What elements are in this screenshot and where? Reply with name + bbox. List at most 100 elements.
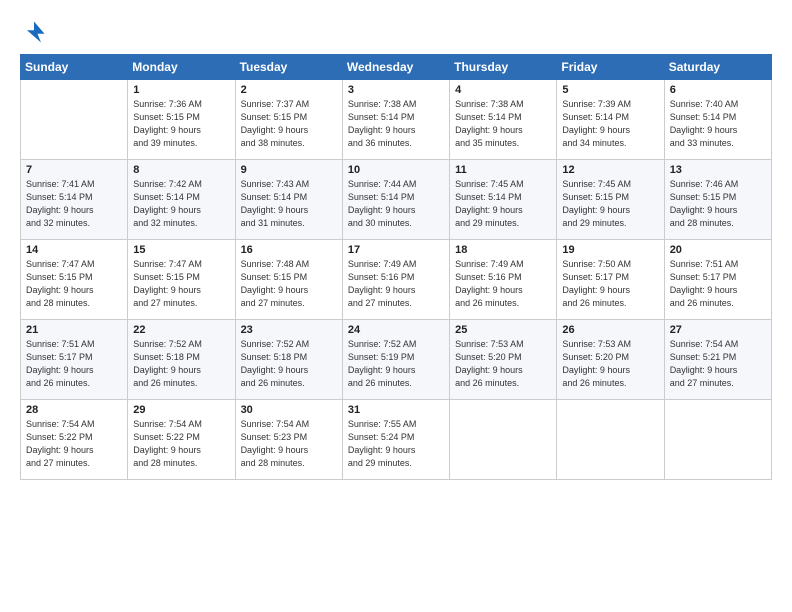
day-info: Sunrise: 7:53 AM Sunset: 5:20 PM Dayligh…	[562, 338, 658, 390]
day-number: 5	[562, 84, 658, 96]
day-number: 6	[670, 84, 766, 96]
day-info: Sunrise: 7:48 AM Sunset: 5:15 PM Dayligh…	[241, 258, 337, 310]
page-header	[20, 18, 772, 46]
calendar-cell: 27 Sunrise: 7:54 AM Sunset: 5:21 PM Dayli…	[664, 320, 771, 400]
calendar-cell: 31Sunrise: 7:55 AM Sunset: 5:24 PM Dayli…	[342, 400, 449, 480]
day-number: 10	[348, 164, 444, 176]
calendar-cell: 19 Sunrise: 7:50 AM Sunset: 5:17 PM Dayli…	[557, 240, 664, 320]
day-number: 8	[133, 164, 229, 176]
calendar-cell	[21, 80, 128, 160]
calendar-cell: 13 Sunrise: 7:46 AM Sunset: 5:15 PM Dayli…	[664, 160, 771, 240]
calendar-week-row: 7 Sunrise: 7:41 AM Sunset: 5:14 PM Daylig…	[21, 160, 772, 240]
calendar-cell: 22 Sunrise: 7:52 AM Sunset: 5:18 PM Dayli…	[128, 320, 235, 400]
calendar-header-row: SundayMondayTuesdayWednesdayThursdayFrid…	[21, 55, 772, 80]
calendar-cell	[557, 400, 664, 480]
calendar-cell: 23 Sunrise: 7:52 AM Sunset: 5:18 PM Dayli…	[235, 320, 342, 400]
weekday-header: Saturday	[664, 55, 771, 80]
day-info: Sunrise: 7:52 AM Sunset: 5:18 PM Dayligh…	[241, 338, 337, 390]
day-number: 19	[562, 244, 658, 256]
day-number: 23	[241, 324, 337, 336]
calendar-week-row: 21 Sunrise: 7:51 AM Sunset: 5:17 PM Dayli…	[21, 320, 772, 400]
calendar-cell: 3Sunrise: 7:38 AM Sunset: 5:14 PM Daylig…	[342, 80, 449, 160]
calendar-cell: 12 Sunrise: 7:45 AM Sunset: 5:15 PM Dayli…	[557, 160, 664, 240]
day-info: Sunrise: 7:39 AM Sunset: 5:14 PM Dayligh…	[562, 98, 658, 150]
day-number: 7	[26, 164, 122, 176]
day-info: Sunrise: 7:42 AM Sunset: 5:14 PM Dayligh…	[133, 178, 229, 230]
day-info: Sunrise: 7:53 AM Sunset: 5:20 PM Dayligh…	[455, 338, 551, 390]
day-number: 24	[348, 324, 444, 336]
calendar-cell: 9 Sunrise: 7:43 AM Sunset: 5:14 PM Daylig…	[235, 160, 342, 240]
day-number: 1	[133, 84, 229, 96]
day-info: Sunrise: 7:45 AM Sunset: 5:14 PM Dayligh…	[455, 178, 551, 230]
day-info: Sunrise: 7:40 AM Sunset: 5:14 PM Dayligh…	[670, 98, 766, 150]
day-number: 12	[562, 164, 658, 176]
day-number: 11	[455, 164, 551, 176]
calendar-cell: 2Sunrise: 7:37 AM Sunset: 5:15 PM Daylig…	[235, 80, 342, 160]
day-info: Sunrise: 7:54 AM Sunset: 5:22 PM Dayligh…	[26, 418, 122, 470]
day-info: Sunrise: 7:50 AM Sunset: 5:17 PM Dayligh…	[562, 258, 658, 310]
day-info: Sunrise: 7:41 AM Sunset: 5:14 PM Dayligh…	[26, 178, 122, 230]
day-info: Sunrise: 7:46 AM Sunset: 5:15 PM Dayligh…	[670, 178, 766, 230]
day-info: Sunrise: 7:47 AM Sunset: 5:15 PM Dayligh…	[26, 258, 122, 310]
day-number: 26	[562, 324, 658, 336]
calendar-cell: 26 Sunrise: 7:53 AM Sunset: 5:20 PM Dayli…	[557, 320, 664, 400]
logo-icon	[20, 18, 48, 46]
calendar-cell: 4 Sunrise: 7:38 AM Sunset: 5:14 PM Daylig…	[450, 80, 557, 160]
weekday-header: Sunday	[21, 55, 128, 80]
calendar-cell: 6 Sunrise: 7:40 AM Sunset: 5:14 PM Daylig…	[664, 80, 771, 160]
day-number: 17	[348, 244, 444, 256]
calendar-cell: 11 Sunrise: 7:45 AM Sunset: 5:14 PM Dayli…	[450, 160, 557, 240]
day-info: Sunrise: 7:43 AM Sunset: 5:14 PM Dayligh…	[241, 178, 337, 230]
calendar-cell: 18 Sunrise: 7:49 AM Sunset: 5:16 PM Dayli…	[450, 240, 557, 320]
day-number: 28	[26, 404, 122, 416]
day-info: Sunrise: 7:51 AM Sunset: 5:17 PM Dayligh…	[26, 338, 122, 390]
weekday-header: Tuesday	[235, 55, 342, 80]
calendar-cell: 1 Sunrise: 7:36 AM Sunset: 5:15 PM Daylig…	[128, 80, 235, 160]
weekday-header: Friday	[557, 55, 664, 80]
day-number: 13	[670, 164, 766, 176]
day-info: Sunrise: 7:54 AM Sunset: 5:23 PM Dayligh…	[241, 418, 337, 470]
day-info: Sunrise: 7:36 AM Sunset: 5:15 PM Dayligh…	[133, 98, 229, 150]
calendar-week-row: 1 Sunrise: 7:36 AM Sunset: 5:15 PM Daylig…	[21, 80, 772, 160]
day-info: Sunrise: 7:38 AM Sunset: 5:14 PM Dayligh…	[455, 98, 551, 150]
day-number: 9	[241, 164, 337, 176]
calendar-cell: 28 Sunrise: 7:54 AM Sunset: 5:22 PM Dayli…	[21, 400, 128, 480]
day-number: 21	[26, 324, 122, 336]
weekday-header: Monday	[128, 55, 235, 80]
day-info: Sunrise: 7:54 AM Sunset: 5:21 PM Dayligh…	[670, 338, 766, 390]
calendar-cell: 30 Sunrise: 7:54 AM Sunset: 5:23 PM Dayli…	[235, 400, 342, 480]
calendar-cell: 8 Sunrise: 7:42 AM Sunset: 5:14 PM Daylig…	[128, 160, 235, 240]
calendar-cell: 16 Sunrise: 7:48 AM Sunset: 5:15 PM Dayli…	[235, 240, 342, 320]
day-number: 3	[348, 84, 444, 96]
day-number: 30	[241, 404, 337, 416]
day-info: Sunrise: 7:52 AM Sunset: 5:19 PM Dayligh…	[348, 338, 444, 390]
calendar-cell	[664, 400, 771, 480]
day-info: Sunrise: 7:54 AM Sunset: 5:22 PM Dayligh…	[133, 418, 229, 470]
day-number: 16	[241, 244, 337, 256]
day-number: 20	[670, 244, 766, 256]
day-number: 22	[133, 324, 229, 336]
day-info: Sunrise: 7:37 AM Sunset: 5:15 PM Dayligh…	[241, 98, 337, 150]
weekday-header: Wednesday	[342, 55, 449, 80]
calendar-cell: 25 Sunrise: 7:53 AM Sunset: 5:20 PM Dayli…	[450, 320, 557, 400]
calendar-cell: 10 Sunrise: 7:44 AM Sunset: 5:14 PM Dayli…	[342, 160, 449, 240]
calendar-cell: 7 Sunrise: 7:41 AM Sunset: 5:14 PM Daylig…	[21, 160, 128, 240]
calendar-cell: 5 Sunrise: 7:39 AM Sunset: 5:14 PM Daylig…	[557, 80, 664, 160]
day-info: Sunrise: 7:45 AM Sunset: 5:15 PM Dayligh…	[562, 178, 658, 230]
calendar-cell: 21 Sunrise: 7:51 AM Sunset: 5:17 PM Dayli…	[21, 320, 128, 400]
day-info: Sunrise: 7:49 AM Sunset: 5:16 PM Dayligh…	[348, 258, 444, 310]
day-info: Sunrise: 7:49 AM Sunset: 5:16 PM Dayligh…	[455, 258, 551, 310]
day-info: Sunrise: 7:44 AM Sunset: 5:14 PM Dayligh…	[348, 178, 444, 230]
day-number: 4	[455, 84, 551, 96]
day-info: Sunrise: 7:55 AM Sunset: 5:24 PM Dayligh…	[348, 418, 444, 470]
logo	[20, 18, 52, 46]
calendar-page: SundayMondayTuesdayWednesdayThursdayFrid…	[0, 0, 792, 612]
calendar-cell: 20Sunrise: 7:51 AM Sunset: 5:17 PM Dayli…	[664, 240, 771, 320]
weekday-header: Thursday	[450, 55, 557, 80]
calendar-week-row: 14Sunrise: 7:47 AM Sunset: 5:15 PM Dayli…	[21, 240, 772, 320]
day-number: 18	[455, 244, 551, 256]
day-number: 25	[455, 324, 551, 336]
day-info: Sunrise: 7:52 AM Sunset: 5:18 PM Dayligh…	[133, 338, 229, 390]
calendar-cell: 17 Sunrise: 7:49 AM Sunset: 5:16 PM Dayli…	[342, 240, 449, 320]
day-number: 27	[670, 324, 766, 336]
